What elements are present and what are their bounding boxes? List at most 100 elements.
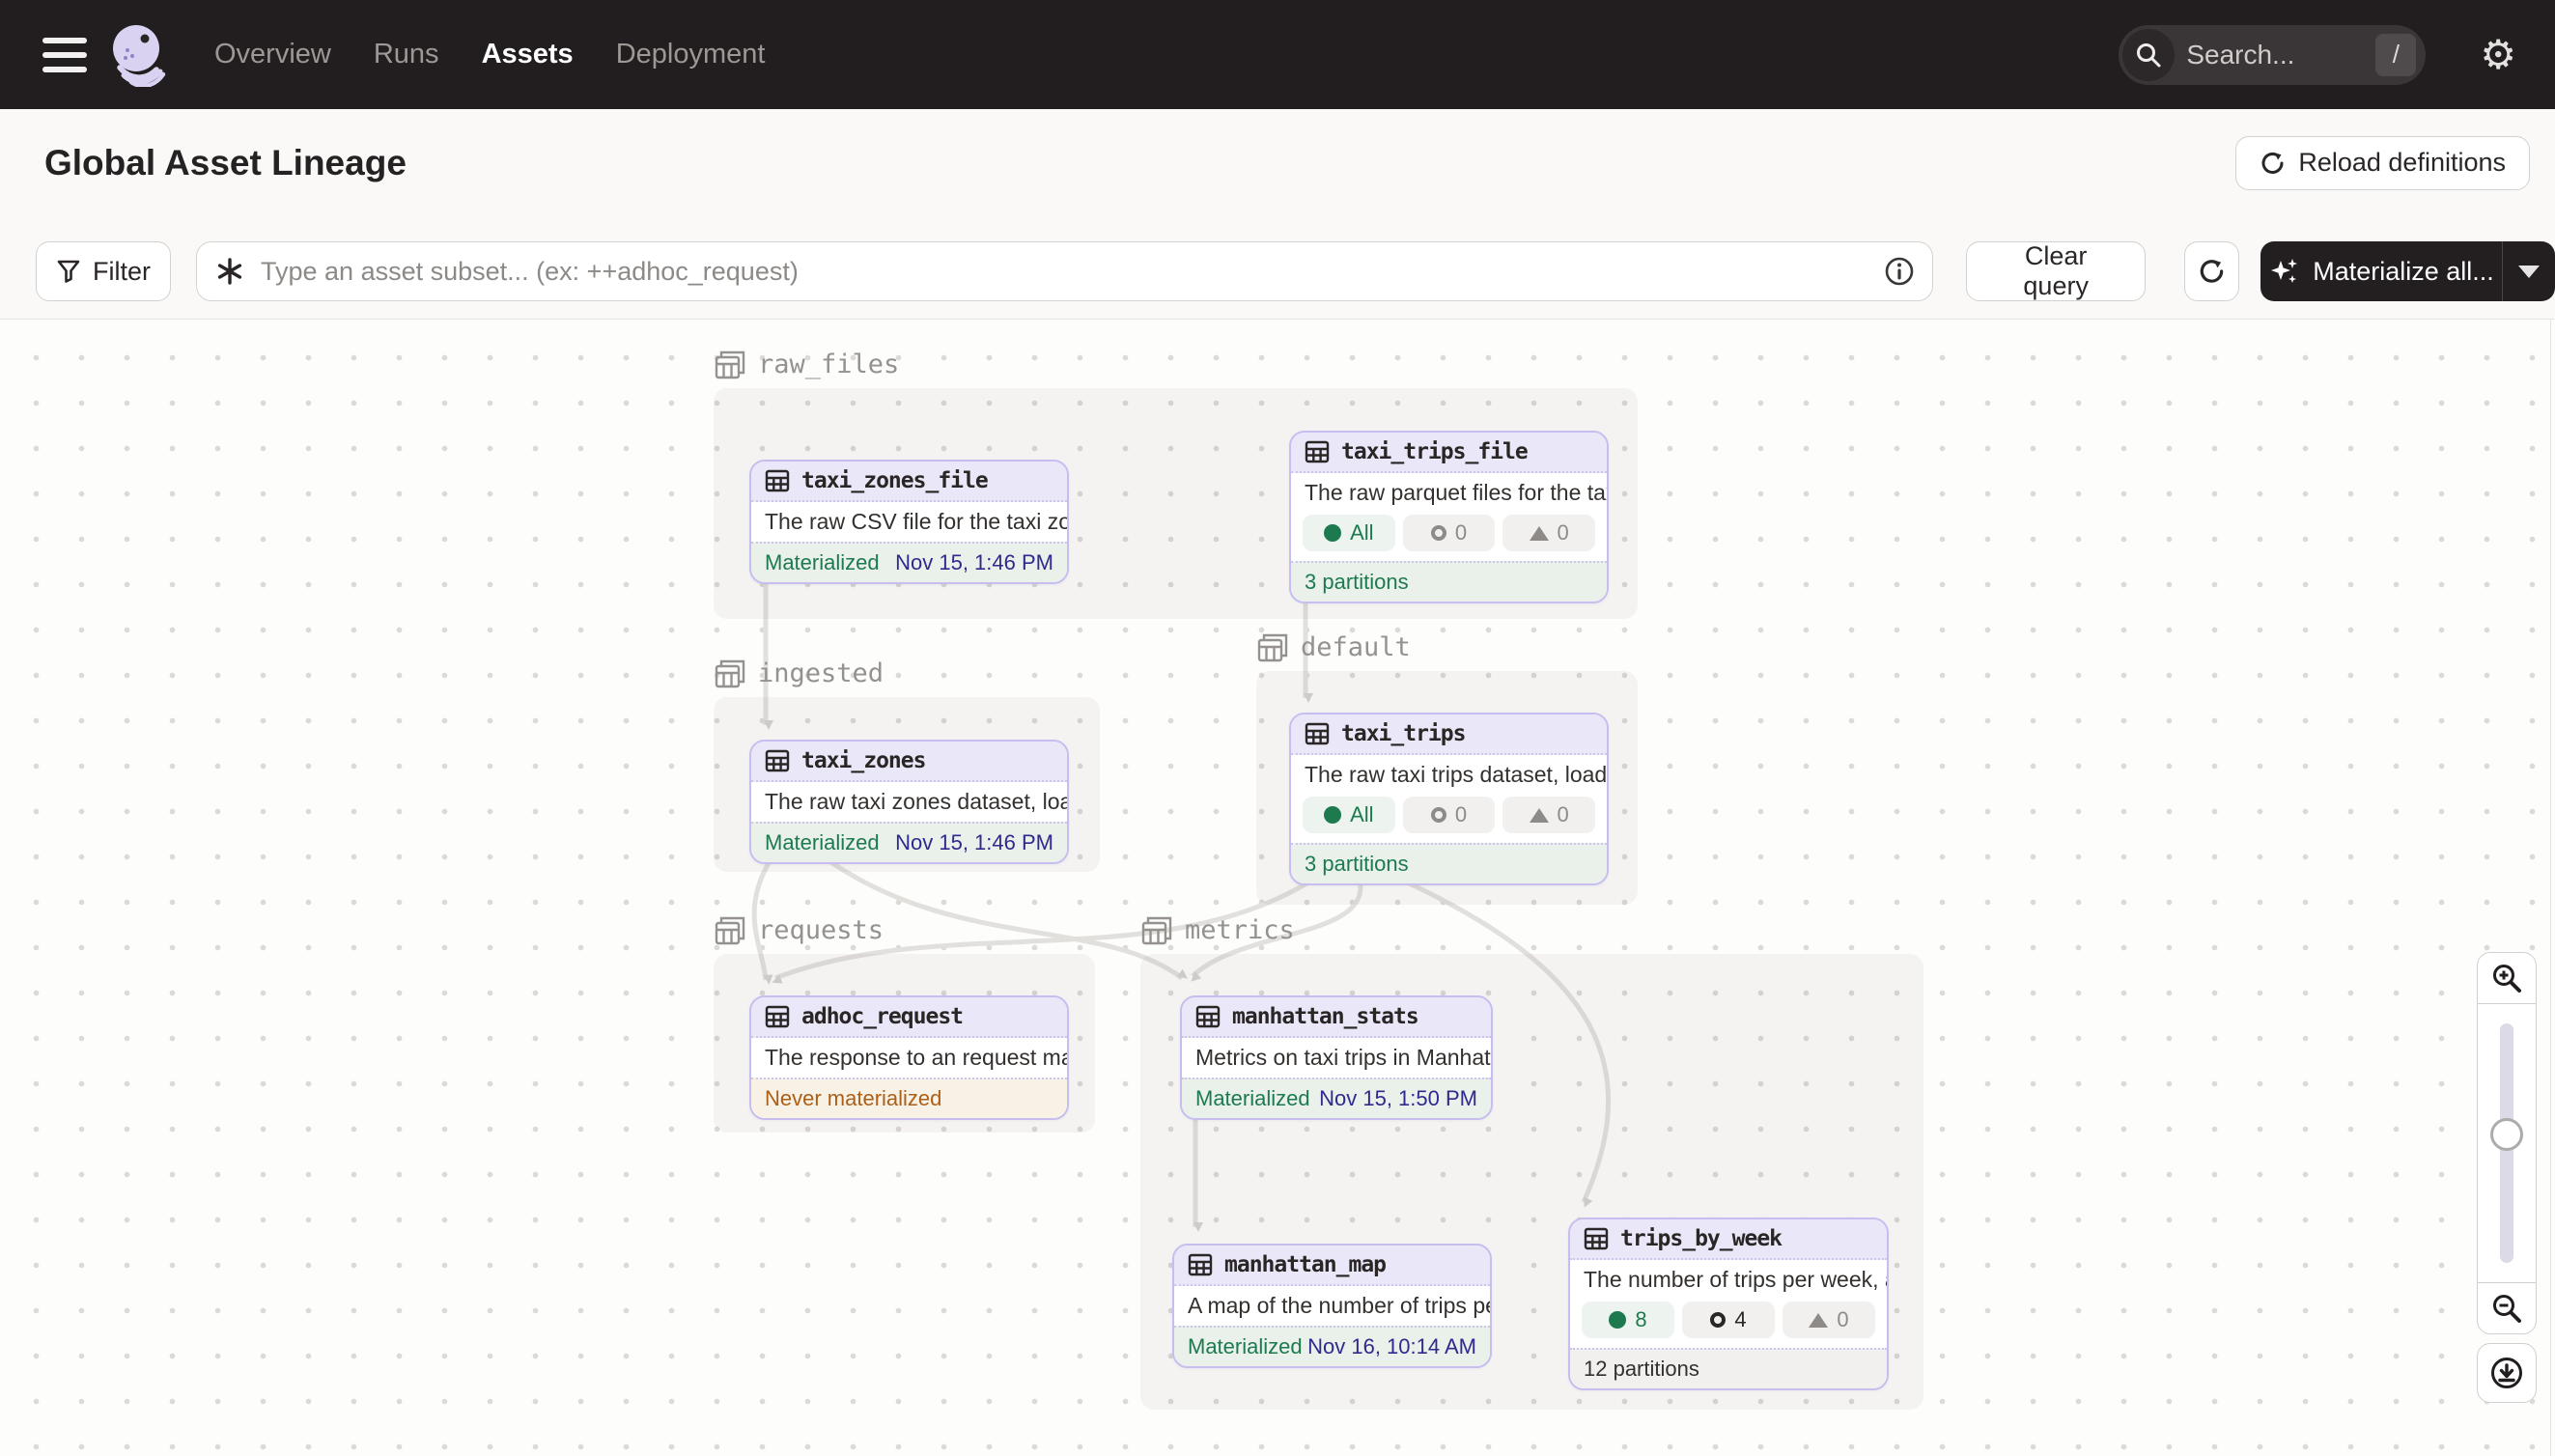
global-search[interactable]: / bbox=[2119, 25, 2426, 85]
triangle-icon bbox=[1809, 1313, 1828, 1328]
info-icon[interactable] bbox=[1884, 256, 1915, 287]
filter-button[interactable]: Filter bbox=[36, 241, 171, 301]
partitions-missing-badge[interactable]: 0 bbox=[1403, 797, 1496, 833]
materialize-all-button[interactable]: Materialize all... bbox=[2260, 241, 2503, 301]
download-image-button[interactable] bbox=[2477, 1343, 2537, 1403]
asset-description: The raw parquet files for the taxi trips… bbox=[1291, 473, 1607, 513]
global-asset-lineage-page: Overview Runs Assets Deployment / ⚙ Glob… bbox=[0, 0, 2555, 1456]
asset-status-footer: 3 partitions bbox=[1291, 561, 1607, 602]
nav-link-deployment[interactable]: Deployment bbox=[616, 39, 766, 70]
lineage-canvas[interactable]: raw_files ingested default requests metr… bbox=[0, 320, 2555, 1456]
asset-status-footer: 3 partitions bbox=[1291, 843, 1607, 883]
asset-description: Metrics on taxi trips in Manhattan bbox=[1182, 1038, 1491, 1078]
table-icon bbox=[765, 748, 790, 773]
funnel-icon bbox=[56, 259, 81, 284]
group-label-metrics[interactable]: metrics bbox=[1140, 913, 1295, 946]
partitions-failed-badge[interactable]: 0 bbox=[1502, 515, 1595, 551]
partitions-failed-badge[interactable]: 0 bbox=[1502, 797, 1595, 833]
zoom-slider[interactable] bbox=[2477, 1003, 2537, 1283]
page-title: Global Asset Lineage bbox=[44, 143, 407, 183]
table-icon bbox=[1188, 1252, 1213, 1277]
clear-query-button[interactable]: Clear query bbox=[1966, 241, 2146, 301]
asset-node-adhoc-request[interactable]: adhoc_request The response to an request… bbox=[749, 995, 1069, 1120]
reload-icon bbox=[2260, 150, 2287, 177]
nav-links: Overview Runs Assets Deployment bbox=[214, 39, 765, 70]
group-label-raw-files[interactable]: raw_files bbox=[714, 348, 899, 380]
page-header: Global Asset Lineage Reload definitions bbox=[0, 109, 2555, 216]
gear-icon[interactable]: ⚙ bbox=[2480, 35, 2516, 75]
materialize-dropdown-button[interactable] bbox=[2503, 241, 2555, 301]
magnifier-plus-icon bbox=[2490, 962, 2523, 994]
asset-node-taxi-trips[interactable]: taxi_trips The raw taxi trips dataset, l… bbox=[1289, 713, 1609, 885]
zoom-out-button[interactable] bbox=[2477, 1282, 2537, 1334]
asset-group-icon bbox=[1256, 630, 1289, 663]
filled-dot-icon bbox=[1609, 1311, 1626, 1329]
asset-node-manhattan-map[interactable]: manhattan_map A map of the number of tri… bbox=[1172, 1244, 1492, 1368]
partitions-missing-badge[interactable]: 0 bbox=[1403, 515, 1496, 551]
nav-link-runs[interactable]: Runs bbox=[374, 39, 439, 70]
zoom-controls bbox=[2477, 952, 2537, 1403]
asset-description: The response to an request made in th... bbox=[751, 1038, 1067, 1078]
ring-icon bbox=[1431, 525, 1446, 541]
group-label-requests[interactable]: requests bbox=[714, 913, 884, 946]
dagster-logo-icon[interactable] bbox=[108, 23, 168, 87]
asset-node-trips-by-week[interactable]: trips_by_week The number of trips per we… bbox=[1568, 1218, 1889, 1390]
nav-link-overview[interactable]: Overview bbox=[214, 39, 331, 70]
search-input[interactable] bbox=[2175, 40, 2375, 70]
partitions-missing-badge[interactable]: 4 bbox=[1682, 1302, 1775, 1338]
ring-icon bbox=[1431, 807, 1446, 823]
lineage-toolbar: Filter Clear query bbox=[0, 216, 2555, 320]
circled-down-arrow-icon bbox=[2488, 1355, 2525, 1391]
refresh-button[interactable] bbox=[2184, 241, 2239, 301]
filled-dot-icon bbox=[1324, 524, 1341, 542]
filled-dot-icon bbox=[1324, 806, 1341, 824]
reload-definitions-button[interactable]: Reload definitions bbox=[2235, 136, 2530, 190]
asset-status-footer: 12 partitions bbox=[1570, 1348, 1887, 1388]
partition-health-badges: All 0 0 bbox=[1291, 513, 1607, 561]
asset-node-taxi-trips-file[interactable]: taxi_trips_file The raw parquet files fo… bbox=[1289, 431, 1609, 603]
refresh-icon bbox=[2198, 257, 2227, 286]
asset-group-icon bbox=[714, 348, 746, 380]
asset-status-footer: MaterializedNov 15, 1:46 PM bbox=[751, 822, 1067, 862]
asset-query-field[interactable] bbox=[196, 241, 1933, 301]
partition-health-badges: 8 4 0 bbox=[1570, 1300, 1887, 1348]
materialize-all-split-button: Materialize all... bbox=[2260, 241, 2555, 301]
table-icon bbox=[765, 468, 790, 493]
search-icon bbox=[2122, 29, 2175, 81]
asset-query-input[interactable] bbox=[259, 256, 1884, 288]
partitions-failed-badge[interactable]: 0 bbox=[1783, 1302, 1875, 1338]
zoom-slider-thumb[interactable] bbox=[2490, 1118, 2523, 1151]
triangle-icon bbox=[1530, 808, 1549, 823]
group-label-default[interactable]: default bbox=[1256, 630, 1411, 663]
asset-group-icon bbox=[714, 657, 746, 689]
table-icon bbox=[1195, 1004, 1221, 1029]
magnifier-minus-icon bbox=[2490, 1292, 2523, 1325]
ring-icon bbox=[1710, 1312, 1726, 1328]
group-label-ingested[interactable]: ingested bbox=[714, 657, 884, 689]
asset-description: A map of the number of trips per taxi z.… bbox=[1174, 1286, 1490, 1326]
partitions-success-badge[interactable]: All bbox=[1303, 515, 1395, 551]
menu-icon[interactable] bbox=[42, 38, 87, 72]
asset-node-taxi-zones-file[interactable]: taxi_zones_file The raw CSV file for the… bbox=[749, 460, 1069, 584]
partitions-success-badge[interactable]: All bbox=[1303, 797, 1395, 833]
sparkles-icon bbox=[2268, 255, 2301, 288]
partitions-success-badge[interactable]: 8 bbox=[1582, 1302, 1674, 1338]
asset-node-taxi-zones[interactable]: taxi_zones The raw taxi zones dataset, l… bbox=[749, 740, 1069, 864]
table-icon bbox=[1305, 721, 1330, 746]
asset-status-footer: MaterializedNov 15, 1:50 PM bbox=[1182, 1078, 1491, 1118]
top-nav: Overview Runs Assets Deployment / ⚙ bbox=[0, 0, 2555, 109]
zoom-in-button[interactable] bbox=[2477, 952, 2537, 1004]
asset-node-manhattan-stats[interactable]: manhattan_stats Metrics on taxi trips in… bbox=[1180, 995, 1493, 1120]
nav-link-assets[interactable]: Assets bbox=[482, 39, 574, 70]
table-icon bbox=[1584, 1226, 1609, 1251]
caret-down-icon bbox=[2518, 266, 2540, 278]
table-icon bbox=[765, 1004, 790, 1029]
asset-group-icon bbox=[714, 913, 746, 946]
canvas-edge-divider bbox=[2550, 320, 2551, 1456]
triangle-icon bbox=[1530, 526, 1549, 541]
asset-description: The number of trips per week, aggreg... bbox=[1570, 1260, 1887, 1300]
asset-group-icon bbox=[1140, 913, 1173, 946]
asset-status-footer: Never materialized bbox=[751, 1078, 1067, 1118]
asset-description: The raw taxi trips dataset, loaded into … bbox=[1291, 755, 1607, 795]
asset-status-footer: MaterializedNov 16, 10:14 AM bbox=[1174, 1326, 1490, 1366]
